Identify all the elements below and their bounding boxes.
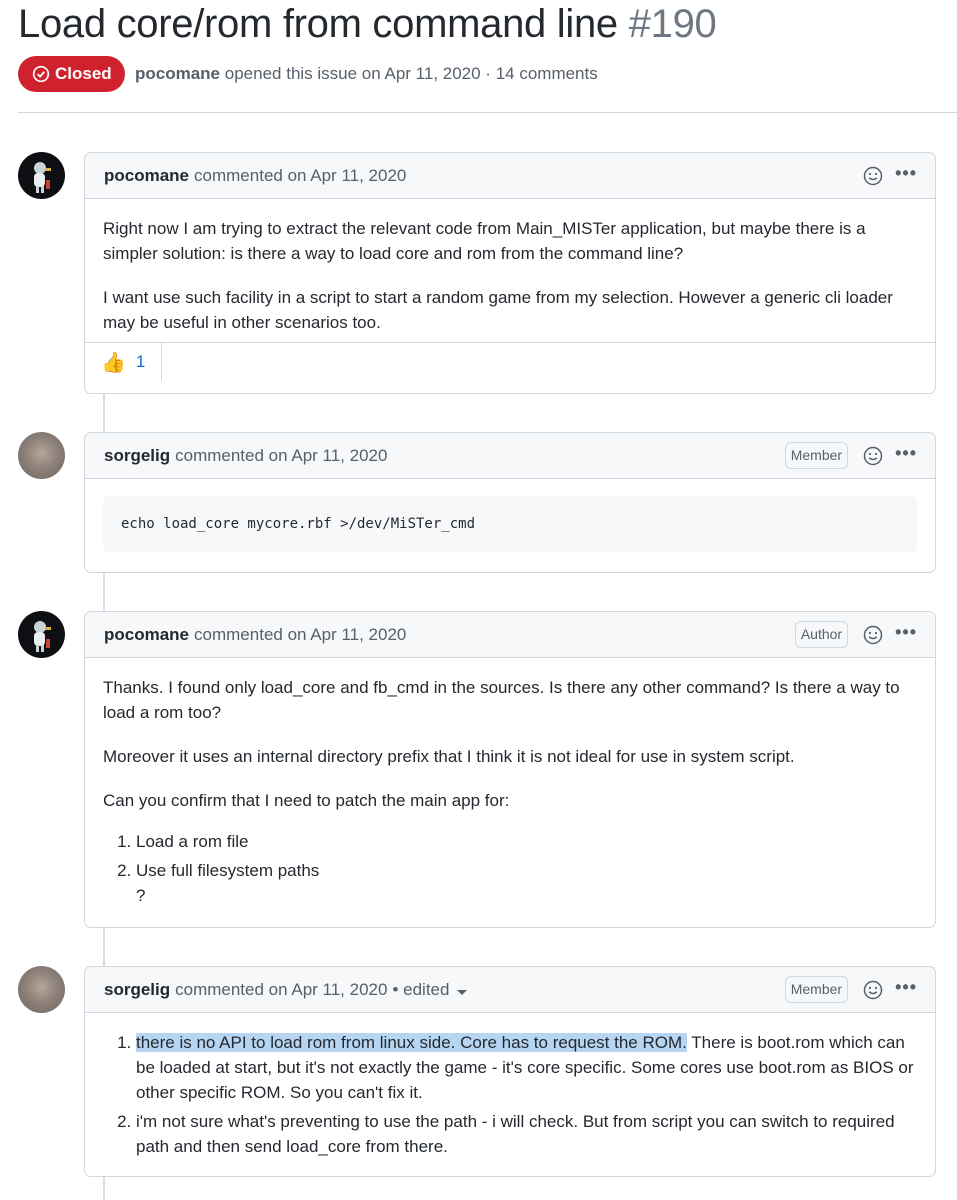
comment-body: Thanks. I found only load_core and fb_cm… xyxy=(85,658,935,924)
issue-title: Load core/rom from command line #190 xyxy=(18,0,717,48)
comment-body: there is no API to load rom from linux s… xyxy=(85,1013,935,1175)
comment-list: there is no API to load rom from linux s… xyxy=(103,1030,917,1159)
smiley-icon[interactable] xyxy=(863,625,883,645)
comment-author[interactable]: sorgelig xyxy=(104,980,170,1000)
list-item: Load a rom file xyxy=(136,829,917,854)
list-item: Use full filesystem paths? xyxy=(136,858,917,908)
caret-down-icon xyxy=(457,989,468,995)
smiley-icon[interactable] xyxy=(863,980,883,1000)
more-options-icon[interactable]: ••• xyxy=(895,164,917,182)
list-item: there is no API to load rom from linux s… xyxy=(136,1030,917,1105)
comment-author[interactable]: sorgelig xyxy=(104,446,170,466)
issue-state-label: Closed xyxy=(55,64,112,83)
smiley-icon[interactable] xyxy=(863,166,883,186)
avatar[interactable] xyxy=(18,152,65,199)
comment: pocomane commented on Apr 11, 2020 ••• R… xyxy=(84,152,936,394)
comment: pocomane commented on Apr 11, 2020 Autho… xyxy=(84,611,936,928)
comment-author[interactable]: pocomane xyxy=(104,625,189,645)
issue-opener-link[interactable]: pocomane xyxy=(135,64,220,83)
timeline-line xyxy=(103,572,105,612)
issue-meta: pocomane opened this issue on Apr 11, 20… xyxy=(135,64,598,84)
comment-body: Right now I am trying to extract the rel… xyxy=(85,199,935,342)
comment-list: Load a rom file Use full filesystem path… xyxy=(103,829,917,908)
issue-state-badge: Closed xyxy=(18,56,125,92)
member-badge: Member xyxy=(784,442,849,469)
comment-date[interactable]: commented on Apr 11, 2020 xyxy=(175,980,387,1000)
reaction-count: 1 xyxy=(135,352,146,371)
comment-date[interactable]: commented on Apr 11, 2020 xyxy=(194,625,406,645)
comment: sorgelig commented on Apr 11, 2020 • edi… xyxy=(84,966,936,1177)
selected-text: there is no API to load rom from linux s… xyxy=(136,1033,687,1052)
reaction-thumbs-up[interactable]: 👍 1 xyxy=(85,343,163,381)
timeline-line xyxy=(103,1176,105,1200)
list-item-text: Use full filesystem paths xyxy=(136,861,320,880)
issue-opened-text: opened this issue on Apr 11, 2020 · 14 c… xyxy=(224,64,598,83)
comment-date[interactable]: commented on Apr 11, 2020 xyxy=(194,166,406,186)
avatar[interactable] xyxy=(18,966,65,1013)
reactions-bar: 👍 1 xyxy=(85,342,935,381)
comment-paragraph: Can you confirm that I need to patch the… xyxy=(103,791,510,810)
comment-header: sorgelig commented on Apr 11, 2020 Membe… xyxy=(85,433,935,479)
comment: sorgelig commented on Apr 11, 2020 Membe… xyxy=(84,432,936,573)
avatar[interactable] xyxy=(18,611,65,658)
comment-paragraph: Right now I am trying to extract the rel… xyxy=(103,219,866,263)
member-badge: Member xyxy=(784,976,849,1003)
comment-body: echo load_core mycore.rbf >/dev/MiSTer_c… xyxy=(85,479,935,568)
comment-paragraph: Moreover it uses an internal directory p… xyxy=(103,747,795,766)
list-item: i'm not sure what's preventing to use th… xyxy=(136,1109,917,1159)
comment-date[interactable]: commented on Apr 11, 2020 xyxy=(175,446,387,466)
closed-issue-icon xyxy=(32,65,50,83)
issue-number: #190 xyxy=(628,2,717,46)
thumbs-up-icon: 👍 xyxy=(101,351,126,374)
edited-label: • edited xyxy=(392,979,450,999)
comment-header: pocomane commented on Apr 11, 2020 ••• xyxy=(85,153,935,199)
more-options-icon[interactable]: ••• xyxy=(895,623,917,641)
smiley-icon[interactable] xyxy=(863,446,883,466)
comment-header: pocomane commented on Apr 11, 2020 Autho… xyxy=(85,612,935,658)
author-badge: Author xyxy=(794,621,849,648)
timeline-line xyxy=(103,393,105,433)
issue-title-text: Load core/rom from command line xyxy=(18,2,618,46)
comment-author[interactable]: pocomane xyxy=(104,166,189,186)
list-item-trailing: ? xyxy=(136,886,146,905)
more-options-icon[interactable]: ••• xyxy=(895,444,917,462)
avatar[interactable] xyxy=(18,432,65,479)
comment-paragraph: I want use such facility in a script to … xyxy=(103,288,893,332)
comment-header: sorgelig commented on Apr 11, 2020 • edi… xyxy=(85,967,935,1013)
comment-paragraph: Thanks. I found only load_core and fb_cm… xyxy=(103,678,900,722)
more-options-icon[interactable]: ••• xyxy=(895,978,917,996)
code-block: echo load_core mycore.rbf >/dev/MiSTer_c… xyxy=(103,496,917,552)
edited-dropdown[interactable]: • edited xyxy=(392,979,468,1000)
header-divider xyxy=(18,112,957,113)
timeline-line xyxy=(103,927,105,967)
